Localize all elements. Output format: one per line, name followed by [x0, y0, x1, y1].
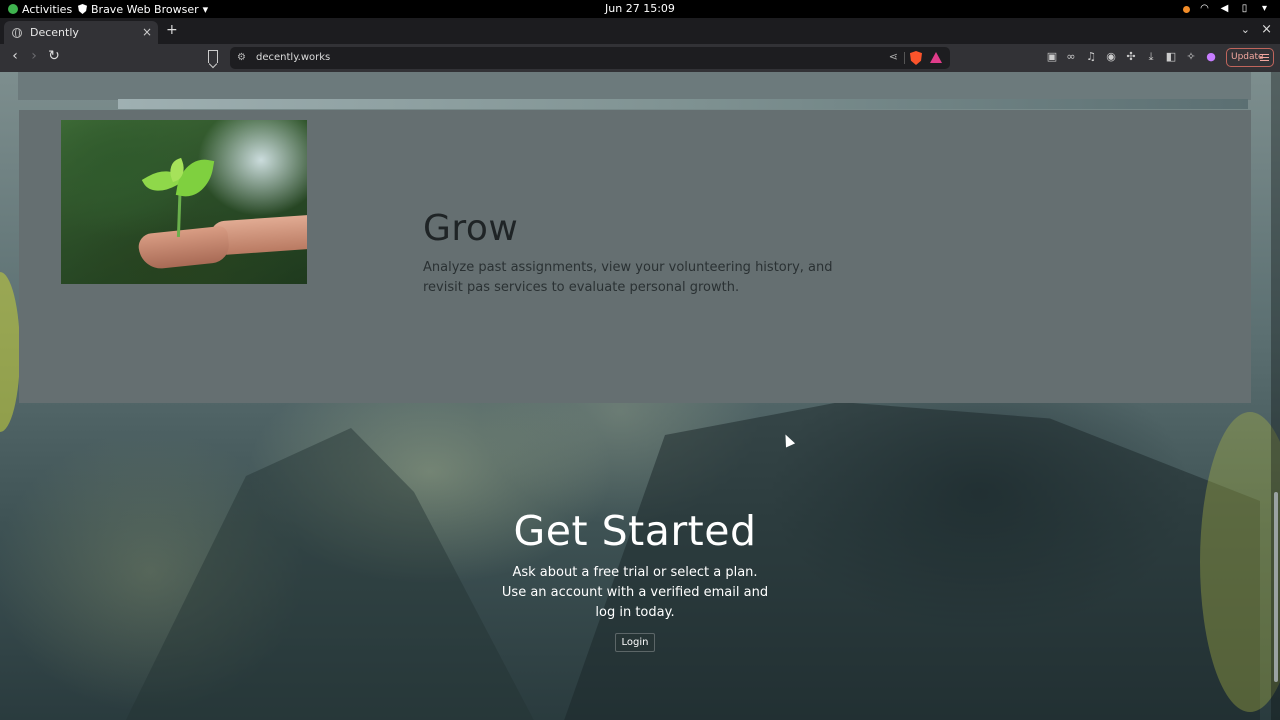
system-top-bar: Activities Brave Web Browser ▾ Jun 27 15…: [0, 0, 1280, 18]
app-name: Brave Web Browser: [91, 2, 199, 16]
browser-toolbar: ‹ › ↻ ⚙ decently.works ⋖ ▣ ∞ ♫ ◉ ✣ ⤓ ◧ ✧…: [0, 44, 1280, 72]
previous-section-edge: [18, 72, 1251, 109]
site-info-icon[interactable]: ⚙: [237, 52, 246, 63]
cta-description: Ask about a free trial or select a plan.…: [501, 565, 769, 620]
tab-title: Decently: [30, 26, 79, 39]
puzzle-extensions-icon[interactable]: ✣: [1124, 50, 1138, 64]
forward-button[interactable]: ›: [25, 48, 43, 64]
update-button[interactable]: Update: [1226, 48, 1274, 67]
volume-icon: ◀: [1220, 3, 1229, 14]
sidebar-icon[interactable]: ◧: [1164, 50, 1178, 64]
url-text[interactable]: decently.works: [256, 47, 330, 69]
record-icon[interactable]: ◉: [1104, 50, 1118, 64]
feature-card-grow: Grow Analyze past assignments, view your…: [19, 110, 1251, 403]
tab-decently[interactable]: Decently ×: [4, 21, 158, 44]
get-started-section: Get Started Ask about a free trial or se…: [0, 507, 1270, 652]
extension-icon[interactable]: ▣: [1045, 50, 1059, 64]
back-button[interactable]: ‹: [6, 48, 24, 64]
glasses-extension-icon[interactable]: ∞: [1064, 50, 1078, 64]
brave-rewards-icon[interactable]: [930, 52, 942, 63]
tab-close-button[interactable]: ×: [142, 25, 152, 39]
feature-title: Grow: [423, 208, 519, 249]
chevron-down-icon: ▾: [202, 2, 209, 16]
notification-dot-icon: [1183, 5, 1190, 13]
reload-button[interactable]: ↻: [45, 48, 63, 64]
power-menu-icon: ▾: [1261, 3, 1268, 14]
system-tray[interactable]: ◠ ◀ ▯ ▾: [1183, 0, 1270, 18]
music-icon[interactable]: ♫: [1084, 50, 1098, 64]
activities-label: Activities: [22, 2, 73, 16]
app-menu[interactable]: Brave Web Browser ▾: [78, 0, 208, 18]
cta-title: Get Started: [513, 507, 757, 555]
address-bar-divider: [904, 52, 905, 64]
activities-button[interactable]: Activities: [8, 0, 72, 18]
seedling-in-hand-image: [61, 120, 307, 284]
scrollbar-thumb[interactable]: [1274, 492, 1278, 682]
address-bar[interactable]: ⚙ decently.works ⋖: [230, 47, 950, 69]
wallet-icon[interactable]: ●: [1204, 50, 1218, 64]
sky-strip: [118, 99, 1248, 109]
bookmark-icon[interactable]: [208, 50, 218, 63]
download-icon[interactable]: ⤓: [1144, 50, 1158, 64]
brave-shields-icon[interactable]: [910, 51, 922, 65]
menu-icon: [1260, 54, 1269, 61]
login-button[interactable]: Login: [614, 633, 656, 652]
activities-icon: [8, 4, 18, 14]
globe-icon: [12, 27, 22, 38]
update-label: Update: [1231, 52, 1264, 62]
tab-list-chevron-icon[interactable]: ⌄: [1241, 23, 1250, 36]
window-close-button[interactable]: ×: [1261, 22, 1272, 37]
wifi-icon: ◠: [1200, 3, 1209, 14]
brave-app-icon: [78, 4, 87, 14]
foliage-decoration: [0, 272, 20, 432]
page-viewport: Grow Analyze past assignments, view your…: [0, 72, 1280, 720]
hand-shape: [137, 225, 231, 271]
feature-description: Analyze past assignments, view your volu…: [423, 260, 833, 295]
share-icon[interactable]: ⋖: [889, 50, 898, 63]
page-scrollbar[interactable]: [1271, 72, 1280, 720]
tab-strip: Decently × + ⌄ ×: [0, 18, 1280, 44]
battery-icon: ▯: [1241, 3, 1248, 14]
leo-ai-icon[interactable]: ✧: [1184, 50, 1198, 64]
new-tab-button[interactable]: +: [166, 22, 178, 38]
